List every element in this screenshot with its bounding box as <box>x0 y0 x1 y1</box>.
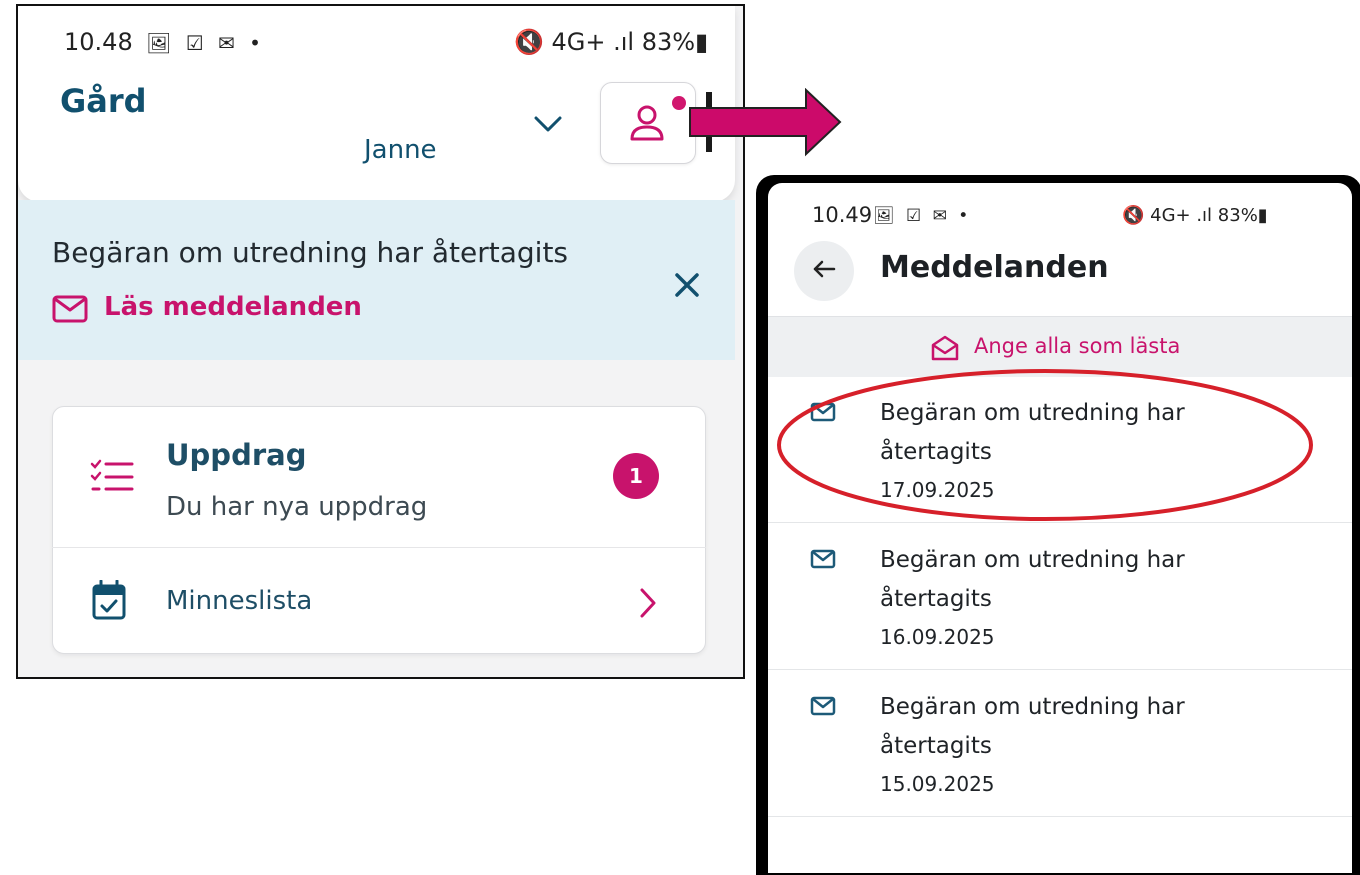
mark-all-read-button[interactable]: Ange alla som lästa <box>974 334 1180 358</box>
farm-label: Gård <box>60 82 147 120</box>
message-date: 16.09.2025 <box>880 625 995 649</box>
status-battery: 🔇 4G+ .ıl 83%▮ <box>514 28 709 56</box>
reminder-list-label[interactable]: Minneslista <box>166 586 312 616</box>
highlight-ellipse <box>777 369 1313 521</box>
status-time: 10.48 <box>64 28 133 56</box>
notification-dot <box>672 96 686 110</box>
read-messages-link[interactable]: Läs meddelanden <box>104 292 362 322</box>
person-icon <box>627 103 667 147</box>
message-title[interactable]: Begäran om utredning har återtagits <box>880 541 1300 619</box>
checklist-icon <box>90 459 134 499</box>
message-title[interactable]: Begäran om utredning har återtagits <box>880 688 1300 766</box>
home-screen: 10.48 🖼 ☑ ✉ • 🔇 4G+ .ıl 83%▮ Gård Janne … <box>16 4 745 679</box>
back-button[interactable] <box>794 241 854 301</box>
tasks-card <box>52 406 706 654</box>
envelope-icon <box>810 696 836 720</box>
tasks-count-badge: 1 <box>613 453 659 499</box>
status-time: 10.49 <box>812 203 873 227</box>
message-date: 15.09.2025 <box>880 772 995 796</box>
list-divider <box>768 669 1352 670</box>
envelope-open-icon[interactable] <box>930 334 960 366</box>
list-divider <box>768 816 1352 817</box>
chevron-down-icon[interactable] <box>533 114 563 138</box>
arrow-right-icon <box>689 88 842 157</box>
tasks-subtitle: Du har nya uppdrag <box>166 492 428 522</box>
status-notification-icons: 🖼 ☑ ✉ • <box>146 31 265 55</box>
card-divider <box>52 547 706 548</box>
user-name[interactable]: Janne <box>364 135 437 165</box>
tasks-title[interactable]: Uppdrag <box>166 438 306 472</box>
status-notification-icons: 🖼 ☑ ✉ • <box>873 206 972 226</box>
mail-icon[interactable] <box>52 295 88 327</box>
profile-button[interactable] <box>600 82 696 164</box>
chevron-right-icon[interactable] <box>638 587 658 623</box>
page-title: Meddelanden <box>880 250 1109 285</box>
banner-title: Begäran om utredning har återtagits <box>52 236 569 269</box>
status-battery: 🔇 4G+ .ıl 83%▮ <box>1122 205 1268 226</box>
close-icon[interactable] <box>672 270 702 304</box>
messages-screen <box>768 183 1352 873</box>
calendar-check-icon <box>92 579 126 624</box>
envelope-icon <box>810 549 836 573</box>
notification-banner <box>18 200 735 360</box>
arrow-left-icon <box>812 259 836 283</box>
